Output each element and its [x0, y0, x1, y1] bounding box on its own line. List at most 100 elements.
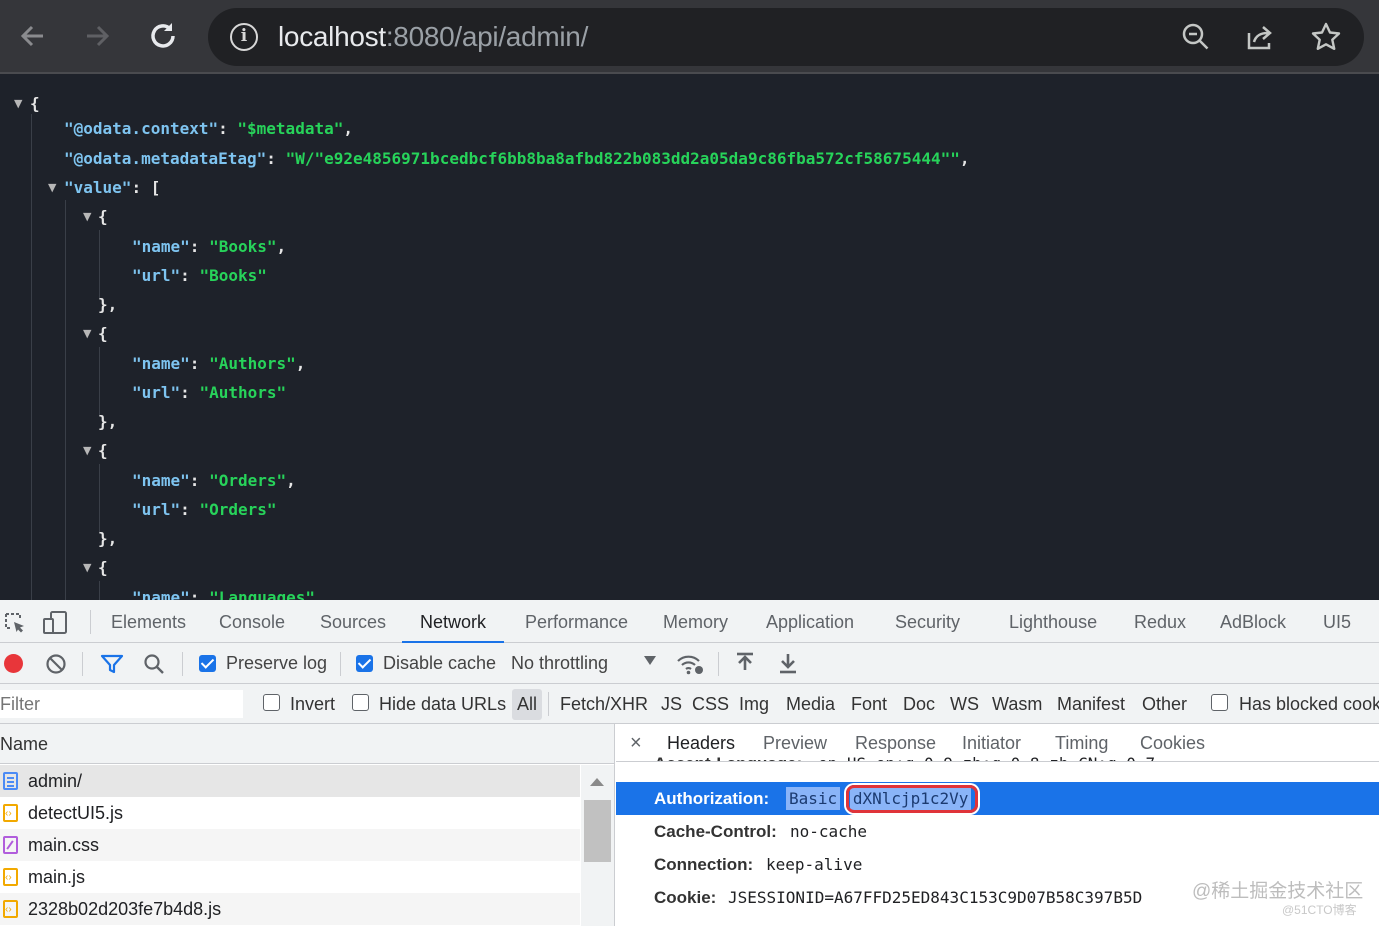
record-icon[interactable]: [4, 654, 23, 673]
request-row[interactable]: admin/: [0, 765, 580, 797]
clear-icon[interactable]: [45, 653, 67, 675]
json-line: "url": "Authors": [132, 383, 287, 402]
search-icon[interactable]: [143, 653, 165, 675]
filter-type-font[interactable]: Font: [851, 684, 887, 724]
scroll-thumb[interactable]: [584, 800, 611, 862]
json-line: "@odata.context": "$metadata",: [64, 119, 353, 138]
request-row[interactable]: main.css: [0, 829, 580, 861]
bookmark-star-icon[interactable]: [1310, 21, 1342, 53]
name-column-header[interactable]: Name: [0, 724, 614, 764]
filter-type-css[interactable]: CSS: [692, 684, 729, 724]
request-list-scrollbar[interactable]: [581, 765, 614, 926]
tab-console[interactable]: Console: [219, 600, 285, 643]
tab-performance[interactable]: Performance: [525, 600, 628, 643]
collapse-caret[interactable]: ▼: [14, 93, 22, 115]
collapse-caret[interactable]: ▼: [83, 206, 91, 228]
forward-button[interactable]: [77, 16, 117, 56]
header-name: Cache-Control:: [654, 822, 777, 841]
header-name: Connection:: [654, 855, 754, 874]
tab-redux[interactable]: Redux: [1134, 600, 1186, 643]
collapse-caret[interactable]: ▼: [83, 557, 91, 579]
preserve-log-label: Preserve log: [226, 653, 328, 673]
json-line: "name": "Authors",: [132, 354, 306, 373]
header-value: no-cache: [790, 822, 868, 841]
tab-network[interactable]: Network: [402, 600, 505, 643]
url-text[interactable]: localhost:8080/api/admin/: [278, 19, 588, 55]
filter-type-media[interactable]: Media: [786, 684, 835, 724]
collapse-caret[interactable]: ▼: [83, 323, 91, 345]
filter-type-doc[interactable]: Doc: [903, 684, 935, 724]
browser-toolbar: i localhost:8080/api/admin/: [0, 0, 1379, 74]
arrow-left-icon: [20, 25, 43, 47]
import-har-icon[interactable]: [735, 652, 755, 674]
header-name: Authorization:: [654, 789, 770, 808]
hide-data-urls-checkbox[interactable]: [352, 694, 369, 711]
request-row[interactable]: main.js: [0, 861, 580, 894]
header-value-scheme: Basic: [786, 787, 841, 810]
tab-elements[interactable]: Elements: [111, 600, 186, 643]
separator: [82, 652, 83, 676]
tab-lighthouse[interactable]: Lighthouse: [1009, 600, 1097, 643]
tab-memory[interactable]: Memory: [663, 600, 728, 643]
disable-cache-label: Disable cache: [383, 653, 497, 673]
network-conditions-icon[interactable]: [676, 652, 704, 676]
collapse-caret[interactable]: ▼: [83, 440, 91, 462]
reload-icon: [151, 23, 175, 48]
address-bar[interactable]: i localhost:8080/api/admin/: [208, 8, 1364, 66]
json-line: "value": [: [64, 178, 161, 197]
disable-cache-checkbox[interactable]: [356, 655, 373, 672]
inspect-element-icon[interactable]: [3, 611, 27, 635]
filter-type-wasm[interactable]: Wasm: [992, 684, 1042, 724]
tab-application[interactable]: Application: [766, 600, 854, 643]
device-toolbar-icon[interactable]: [42, 610, 68, 636]
request-name: 2328b02d203fe7b4d8.js: [28, 899, 222, 919]
tab-sources[interactable]: Sources: [320, 600, 386, 643]
json-line: "url": "Orders": [132, 500, 277, 519]
filter-type-other[interactable]: Other: [1142, 684, 1187, 724]
json-line: "name": "Languages": [132, 588, 316, 600]
scroll-up-icon[interactable]: [590, 778, 604, 786]
hide-data-urls-label: Hide data URLs: [379, 694, 507, 714]
share-icon[interactable]: [1244, 21, 1276, 53]
separator: [718, 652, 719, 676]
filter-input[interactable]: [0, 690, 243, 718]
json-line: "@odata.metadataEtag": "W/"e92e4856971bc…: [64, 149, 970, 168]
filter-type-manifest[interactable]: Manifest: [1057, 684, 1125, 724]
has-blocked-cookies-checkbox[interactable]: [1211, 694, 1228, 711]
indent-guide: [99, 464, 100, 532]
json-viewer: ▼ { "@odata.context": "$metadata", "@oda…: [0, 76, 1379, 600]
request-row[interactable]: detectUI5.js: [0, 797, 580, 830]
filter-type-img[interactable]: Img: [739, 684, 769, 724]
indent-guide: [99, 581, 100, 600]
chevron-down-icon[interactable]: [644, 656, 656, 665]
filter-icon[interactable]: [100, 653, 124, 675]
separator: [548, 692, 549, 716]
throttling-select[interactable]: No throttling: [511, 643, 608, 684]
filter-type-fetch-xhr[interactable]: Fetch/XHR: [560, 684, 648, 724]
tab-security[interactable]: Security: [895, 600, 960, 643]
filter-type-ws[interactable]: WS: [950, 684, 979, 724]
filter-type-js[interactable]: JS: [661, 684, 682, 724]
collapse-caret[interactable]: ▼: [48, 177, 56, 199]
indent-guide: [99, 347, 100, 415]
info-icon[interactable]: i: [230, 23, 258, 51]
export-har-icon[interactable]: [778, 652, 798, 674]
reload-button[interactable]: [143, 16, 183, 56]
filter-type-all[interactable]: All: [512, 689, 542, 720]
json-line: "name": "Orders",: [132, 471, 296, 490]
json-line: "url": "Books": [132, 266, 267, 285]
json-line: },: [98, 529, 118, 548]
header-value: keep-alive: [766, 855, 863, 874]
header-row-authorization[interactable]: Authorization: Basic dXNlcjp1c2Vy: [616, 782, 1379, 815]
zoom-icon[interactable]: [1180, 21, 1212, 53]
devtools-tab-bar: Elements Console Sources Network Perform…: [0, 600, 1379, 643]
tab-adblock[interactable]: AdBlock: [1220, 600, 1286, 643]
invert-checkbox[interactable]: [263, 694, 280, 711]
preserve-log-checkbox[interactable]: [199, 655, 216, 672]
separator: [340, 652, 341, 676]
tab-ui5[interactable]: UI5: [1323, 600, 1351, 643]
back-button[interactable]: [13, 16, 53, 56]
tab-bar-overlap: [616, 762, 1379, 783]
json-line: {: [98, 207, 108, 226]
request-row[interactable]: 2328b02d203fe7b4d8.js: [0, 893, 580, 926]
